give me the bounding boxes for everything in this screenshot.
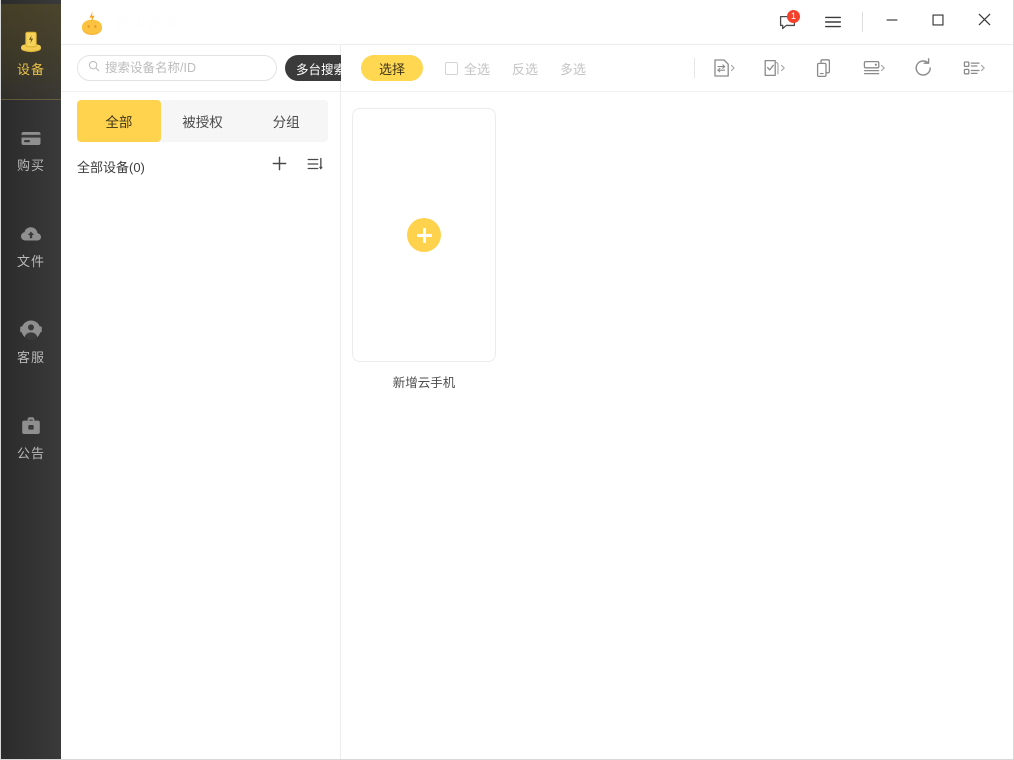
multi-select-button[interactable]: 多选 [560,59,586,78]
device-icon [18,29,44,55]
select-all-label: 全选 [464,59,490,78]
search-input-wrapper[interactable] [77,55,277,81]
search-icon [88,59,100,77]
plus-icon [407,218,441,252]
app-logo-icon [77,7,107,37]
clone-device-button[interactable] [799,46,849,90]
sidebar-item-label: 购买 [17,159,45,172]
plus-icon [270,154,289,178]
announcement-icon [18,413,44,439]
layout-view-button[interactable] [949,46,999,90]
content-columns: 多台搜索 全部 被授权 分组 全部设备(0) [61,45,1013,759]
sidebar-item-devices[interactable]: 设备 [1,4,61,100]
group-actions [268,155,326,177]
add-card-caption: 新增云手机 [393,372,456,391]
app-window: 设备 购买 文件 [0,0,1014,760]
group-header-row: 全部设备(0) [61,142,340,190]
sidebar-item-label: 公告 [17,447,45,460]
search-row: 多台搜索 [61,45,340,92]
sidebar-item-purchase[interactable]: 购买 [1,100,61,196]
minimize-icon [883,11,901,34]
sidebar-item-files[interactable]: 文件 [1,196,61,292]
menu-button[interactable] [810,0,856,45]
toolbar-divider [694,58,695,78]
sidebar-item-label: 客服 [17,351,45,364]
device-list-empty-area [61,190,340,759]
sidebar-nav: 设备 购买 文件 [1,0,61,759]
refresh-icon [912,57,936,79]
sidebar-item-announcements[interactable]: 公告 [1,388,61,484]
device-list-icon [861,57,887,79]
cloud-upload-icon [18,221,44,247]
batch-task-button[interactable] [749,46,799,90]
notification-badge: 1 [787,10,800,23]
maximize-icon [929,11,947,34]
select-mode-button[interactable]: 选择 [361,55,423,81]
maximize-button[interactable] [915,0,961,45]
sort-list-icon [306,155,324,178]
close-icon [975,10,994,34]
refresh-button[interactable] [899,46,949,90]
app-title: 指尖虚拟 [115,12,179,33]
copy-clone-icon [811,57,837,79]
hamburger-menu-icon [823,12,843,32]
headset-support-icon [18,317,44,343]
add-card-body[interactable] [352,108,496,362]
file-transfer-icon [711,57,737,79]
device-toolbar: 选择 全选 反选 多选 [341,45,1013,92]
device-list-button[interactable] [849,46,899,90]
sidebar-item-label: 文件 [17,255,45,268]
file-transfer-button[interactable] [699,46,749,90]
title-bar: 指尖虚拟 1 [61,0,1013,45]
card-icon [18,125,44,151]
close-button[interactable] [961,0,1007,45]
select-all-control[interactable]: 全选 [445,59,490,78]
device-grid: 新增云手机 [341,92,1013,759]
tab-groups[interactable]: 分组 [244,100,328,142]
sidebar-item-support[interactable]: 客服 [1,292,61,388]
sort-devices-button[interactable] [304,155,326,177]
device-list-panel: 多台搜索 全部 被授权 分组 全部设备(0) [61,45,341,759]
search-input[interactable] [105,61,266,75]
tab-authorized[interactable]: 被授权 [161,100,245,142]
select-all-checkbox[interactable] [445,62,458,75]
notification-button[interactable]: 1 [764,0,810,45]
add-cloud-phone-card[interactable]: 新增云手机 [351,108,497,391]
titlebar-divider [862,12,863,32]
layout-grid-icon [961,57,987,79]
minimize-button[interactable] [869,0,915,45]
device-grid-panel: 选择 全选 反选 多选 [341,45,1013,759]
main-body: 指尖虚拟 1 [61,0,1013,759]
invert-selection-button[interactable]: 反选 [512,59,538,78]
sidebar-item-label: 设备 [17,63,45,76]
brand: 指尖虚拟 [77,7,179,37]
device-tabs: 全部 被授权 分组 [77,100,328,142]
batch-task-icon [761,57,787,79]
tab-all[interactable]: 全部 [77,100,161,142]
all-devices-label: 全部设备(0) [77,157,268,176]
add-group-button[interactable] [268,155,290,177]
